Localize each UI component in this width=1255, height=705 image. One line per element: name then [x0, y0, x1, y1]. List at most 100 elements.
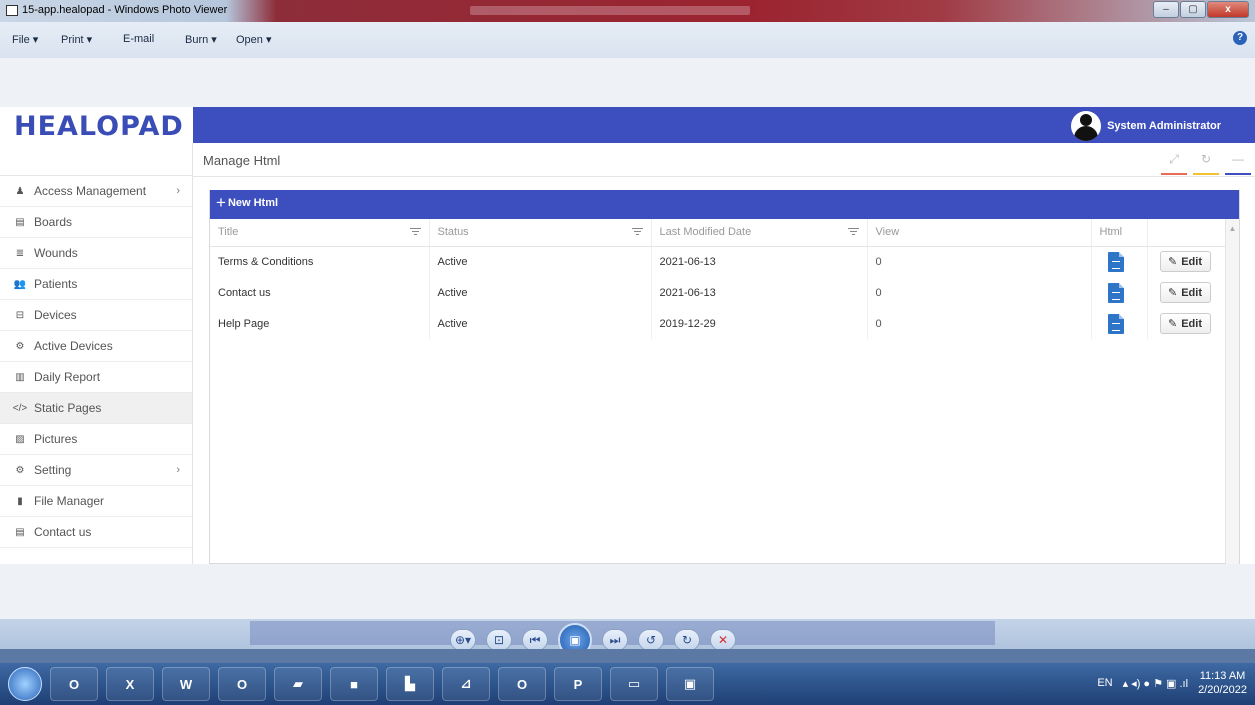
user-menu[interactable]: System Administrator — [1071, 111, 1221, 141]
sidebar-item-label: Active Devices — [34, 339, 113, 353]
minimize-button[interactable]: – — [1153, 1, 1179, 18]
close-button[interactable]: x — [1207, 1, 1249, 18]
excel-icon[interactable]: X — [106, 667, 154, 701]
sidebar-item-wounds[interactable]: ≣ Wounds — [0, 238, 192, 269]
outlook-icon[interactable]: O — [218, 667, 266, 701]
image-background — [0, 564, 1255, 619]
cell-status: Active — [429, 277, 652, 308]
start-button[interactable] — [8, 667, 42, 701]
bar-chart-icon: ▥ — [15, 371, 25, 383]
scanner-icon[interactable]: ⊿ — [442, 667, 490, 701]
html-file-icon[interactable] — [1107, 251, 1124, 272]
column-view[interactable]: View — [867, 219, 1092, 247]
opera-icon[interactable]: O — [498, 667, 546, 701]
table-row[interactable]: Contact us Active 2021-06-13 0 ✎ Edit — [210, 277, 1227, 308]
edit-button[interactable]: ✎ Edit — [1159, 313, 1211, 334]
file-text-icon: ▤ — [15, 526, 25, 538]
delete-icon[interactable]: ✕ — [710, 629, 736, 651]
zoom-icon[interactable]: ⊕▾ — [450, 629, 476, 651]
filter-icon[interactable] — [631, 228, 643, 237]
sidebar-item-label: Boards — [34, 215, 73, 229]
new-html-button[interactable]: + New Html — [216, 194, 279, 211]
sidebar-item-contact-us[interactable]: ▤ Contact us — [0, 517, 192, 548]
previous-icon[interactable]: ⏮ — [522, 629, 548, 651]
cell-title: Contact us — [210, 277, 430, 308]
edit-button[interactable]: ✎ Edit — [1159, 251, 1211, 273]
vertical-scrollbar[interactable]: ▲ — [1225, 219, 1239, 564]
grid-toolbar: + New Html — [210, 190, 1239, 219]
avatar — [1071, 111, 1102, 141]
sidebar-item-access-management[interactable]: ♟ Access Management › — [0, 176, 192, 207]
logo-area[interactable]: HEALOPAD — [0, 107, 193, 143]
window-title: 15-app.healopad - Windows Photo Viewer — [22, 4, 228, 16]
tray-icons[interactable]: ▴ ◂) ● ⚑ ▣ .ıl — [1123, 677, 1188, 690]
sidebar-item-label: Contact us — [34, 525, 92, 539]
sidebar-item-boards[interactable]: ▤ Boards — [0, 207, 192, 238]
sidebar-item-label: Patients — [34, 277, 78, 291]
cell-status: Active — [429, 308, 652, 339]
sidebar-item-active-devices[interactable]: ⚙ Active Devices — [0, 331, 192, 362]
viewer-controls-bar: ⊕▾ ⊡ ⏮ ▣ ⏭ ↺ ↻ ✕ — [0, 619, 1255, 663]
sidebar-item-file-manager[interactable]: ▮ File Manager — [0, 486, 192, 517]
sidebar-item-daily-report[interactable]: ▥ Daily Report — [0, 362, 192, 393]
filter-icon[interactable] — [847, 228, 859, 237]
language-indicator[interactable]: EN — [1097, 677, 1112, 689]
table-row[interactable]: Help Page Active 2019-12-29 0 ✎ Edit — [210, 308, 1227, 339]
menu-burn[interactable]: Burn ▾ — [185, 33, 217, 46]
sidebar-item-patients[interactable]: 👥 Patients — [0, 269, 192, 300]
cell-date: 2019-12-29 — [651, 308, 868, 339]
word-icon[interactable]: W — [162, 667, 210, 701]
sidebar-item-pictures[interactable]: ▨ Pictures — [0, 424, 192, 455]
menu-open[interactable]: Open ▾ — [236, 33, 272, 46]
help-icon[interactable]: ? — [1233, 31, 1247, 45]
column-title[interactable]: Title — [210, 219, 430, 247]
collapse-icon[interactable]: — — [1225, 149, 1251, 175]
healopad-logo: HEALOPAD — [14, 111, 184, 142]
html-file-icon[interactable] — [1107, 282, 1124, 303]
app-p-icon[interactable]: P — [554, 667, 602, 701]
sidebar-item-devices[interactable]: ⊟ Devices — [0, 300, 192, 331]
html-file-icon[interactable] — [1107, 313, 1124, 334]
photo-viewer-icon[interactable]: ▣ — [666, 667, 714, 701]
teams-icon[interactable]: ■ — [330, 667, 378, 701]
expand-icon[interactable]: ⤢ — [1161, 149, 1187, 175]
edit-button[interactable]: ✎ Edit — [1159, 282, 1211, 303]
clock-time: 11:13 AM — [1199, 670, 1246, 682]
cell-actions: ✎ Edit — [1147, 308, 1227, 339]
status-strip — [0, 649, 1255, 663]
table-header-row: Title Status Last Modified Date View Htm… — [210, 219, 1227, 247]
page-header: Manage Html ⤢ ↻ — — [193, 143, 1255, 177]
cell-actions: ✎ Edit — [1147, 246, 1227, 277]
sidebar-item-setting[interactable]: ⚙ Setting › — [0, 455, 192, 486]
cell-view: 0 — [867, 277, 1092, 308]
new-html-label: New Html — [227, 197, 279, 209]
remote-icon[interactable]: ▙ — [386, 667, 434, 701]
filter-icon[interactable] — [409, 228, 421, 237]
folder-icon[interactable]: ▰ — [274, 667, 322, 701]
sidebar-item-static-pages[interactable]: </> Static Pages — [0, 393, 192, 424]
edit-label: Edit — [1181, 317, 1202, 330]
maximize-button[interactable]: ▢ — [1180, 1, 1206, 18]
table-row[interactable]: Terms & Conditions Active 2021-06-13 0 ✎ Edit — [210, 246, 1227, 277]
actual-size-icon[interactable]: ⊡ — [486, 629, 512, 651]
rotate-right-icon[interactable]: ↻ — [674, 629, 700, 651]
explorer-icon[interactable]: ▭ — [610, 667, 658, 701]
refresh-icon[interactable]: ↻ — [1193, 149, 1219, 175]
pencil-icon: ✎ — [1168, 256, 1178, 269]
menu-email[interactable]: E-mail — [123, 33, 154, 45]
chrome-icon[interactable]: O — [50, 667, 98, 701]
menu-print[interactable]: Print ▾ — [61, 33, 92, 46]
column-status[interactable]: Status — [429, 219, 652, 247]
menu-file[interactable]: File ▾ — [12, 33, 38, 46]
taskbar: O X W O ▰ ■ ▙ ⊿ O P ▭ ▣ EN ▴ ◂) ● ⚑ ▣ .ıl 11:13 AM … — [0, 663, 1255, 705]
chevron-right-icon: › — [176, 464, 180, 476]
sidebar: ♟ Access Management › ▤ Boards ≣ Wounds 👥 Patien… — [0, 143, 193, 564]
page-title: Manage Html — [203, 153, 281, 168]
clock[interactable]: 11:13 AM 2/20/2022 — [1198, 669, 1247, 697]
cell-html — [1091, 246, 1148, 277]
column-actions — [1147, 219, 1227, 247]
rotate-left-icon[interactable]: ↺ — [638, 629, 664, 651]
column-last-modified[interactable]: Last Modified Date — [651, 219, 868, 247]
photo-viewer-icon — [6, 5, 18, 16]
next-icon[interactable]: ⏭ — [602, 629, 628, 651]
